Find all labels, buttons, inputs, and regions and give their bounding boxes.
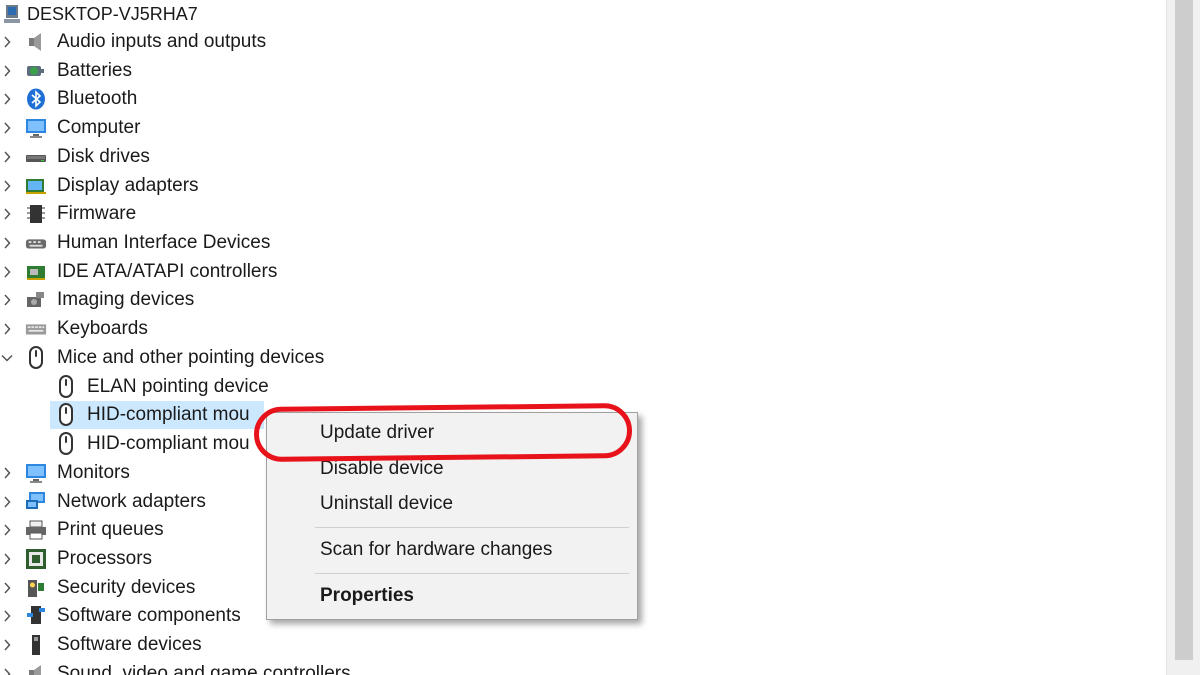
chevron-right-icon[interactable] [0, 516, 14, 544]
chevron-right-icon[interactable] [0, 114, 14, 142]
tree-item-label: Bluetooth [57, 88, 138, 110]
tree-item-label: HID-compliant mou [87, 433, 250, 455]
chevron-right-icon[interactable] [0, 286, 14, 314]
scrollbar-thumb[interactable] [1175, 0, 1193, 660]
tree-item-label: Human Interface Devices [57, 232, 271, 254]
chevron-right-icon[interactable] [0, 28, 14, 56]
tree-item-sound-video-game-controllers[interactable]: Sound, video and game controllers [0, 660, 1160, 675]
tree-item-label: Batteries [57, 59, 132, 81]
disable-device-menu-item[interactable]: Disable device [320, 458, 444, 480]
computer-root-icon [2, 3, 24, 25]
disk-drive-icon [25, 146, 47, 168]
chevron-right-icon[interactable] [0, 459, 14, 487]
chevron-right-icon[interactable] [0, 85, 14, 113]
chevron-right-icon[interactable] [0, 315, 14, 343]
tree-item-disk-drives[interactable]: Disk drives [0, 143, 1160, 171]
tree-item-computer[interactable]: Computer [0, 114, 1160, 142]
root-label: DESKTOP-VJ5RHA7 [27, 4, 198, 24]
speaker-icon [25, 663, 47, 675]
tree-item-audio-inputs-and-outputs[interactable]: Audio inputs and outputs [0, 28, 1160, 56]
tree-item-label: Print queues [57, 519, 164, 541]
context-menu: Update driver Disable device Uninstall d… [266, 412, 638, 620]
tree-root[interactable]: DESKTOP-VJ5RHA7 [0, 0, 1160, 28]
tree-item-keyboards[interactable]: Keyboards [0, 315, 1160, 343]
speaker-icon [25, 31, 47, 53]
monitor-icon [25, 462, 47, 484]
printer-icon [25, 519, 47, 541]
firmware-icon [25, 203, 47, 225]
tree-item-ide-controllers[interactable]: IDE ATA/ATAPI controllers [0, 258, 1160, 286]
mouse-icon [25, 345, 47, 369]
tree-item-firmware[interactable]: Firmware [0, 200, 1160, 228]
tree-item-label: Display adapters [57, 174, 199, 196]
mouse-icon [55, 432, 77, 456]
vertical-scrollbar[interactable] [1166, 0, 1200, 675]
tree-item-label: Software devices [57, 634, 202, 656]
tree-item-software-devices[interactable]: Software devices [0, 631, 1160, 659]
properties-menu-item[interactable]: Properties [320, 585, 414, 607]
network-icon [25, 491, 47, 513]
chevron-right-icon[interactable] [0, 660, 14, 675]
tree-item-label: Audio inputs and outputs [57, 31, 267, 52]
tree-item-batteries[interactable]: Batteries [0, 57, 1160, 85]
tree-item-label: Keyboards [57, 318, 148, 340]
chevron-right-icon[interactable] [0, 488, 14, 516]
tree-item-display-adapters[interactable]: Display adapters [0, 172, 1160, 200]
chevron-down-icon[interactable] [0, 344, 14, 372]
tree-item-label: ELAN pointing device [87, 375, 269, 397]
camera-icon [25, 289, 47, 311]
mouse-icon [55, 374, 77, 398]
uninstall-device-menu-item[interactable]: Uninstall device [320, 493, 453, 515]
software-device-icon [25, 634, 47, 656]
chevron-right-icon[interactable] [0, 143, 14, 171]
chevron-right-icon[interactable] [0, 574, 14, 602]
processor-icon [25, 548, 47, 570]
mouse-icon [55, 403, 77, 427]
tree-item-mice-and-pointing-devices[interactable]: Mice and other pointing devices [0, 344, 1160, 372]
scan-hardware-changes-menu-item[interactable]: Scan for hardware changes [320, 539, 552, 561]
bluetooth-icon [25, 88, 47, 110]
tree-item-label: Imaging devices [57, 289, 195, 311]
tree-item-label: Firmware [57, 203, 137, 225]
security-key-icon [25, 577, 47, 599]
tree-item-label: Disk drives [57, 145, 150, 167]
chevron-right-icon[interactable] [0, 602, 14, 630]
tree-item-label: Sound, video and game controllers [57, 662, 351, 675]
tree-item-label: Network adapters [57, 490, 206, 512]
tree-item-bluetooth[interactable]: Bluetooth [0, 85, 1160, 113]
battery-icon [25, 60, 47, 82]
tree-item-elan-pointing-device[interactable]: ELAN pointing device [0, 373, 1160, 401]
display-adapter-icon [25, 175, 47, 197]
chevron-right-icon[interactable] [0, 258, 14, 286]
tree-item-label: HID-compliant mou [87, 404, 250, 426]
monitor-icon [25, 117, 47, 139]
keyboard-icon [25, 318, 47, 340]
menu-separator [315, 527, 629, 528]
tree-item-label: Computer [57, 117, 141, 139]
tree-item-label: Mice and other pointing devices [57, 346, 325, 368]
chevron-right-icon[interactable] [0, 200, 14, 228]
tree-item-label: Monitors [57, 461, 130, 483]
tree-item-label: Processors [57, 547, 153, 569]
chevron-right-icon[interactable] [0, 57, 14, 85]
ide-controller-icon [25, 261, 47, 283]
software-component-icon [25, 605, 47, 627]
tree-item-human-interface-devices[interactable]: Human Interface Devices [0, 229, 1160, 257]
chevron-right-icon[interactable] [0, 229, 14, 257]
chevron-right-icon[interactable] [0, 172, 14, 200]
menu-separator [315, 573, 629, 574]
chevron-right-icon[interactable] [0, 545, 14, 573]
hid-icon [25, 232, 47, 254]
update-driver-menu-item[interactable]: Update driver [320, 422, 434, 444]
tree-item-label: Software components [57, 605, 241, 627]
tree-item-imaging-devices[interactable]: Imaging devices [0, 286, 1160, 314]
chevron-right-icon[interactable] [0, 631, 14, 659]
tree-item-label: IDE ATA/ATAPI controllers [57, 260, 278, 282]
tree-item-label: Security devices [57, 576, 196, 598]
